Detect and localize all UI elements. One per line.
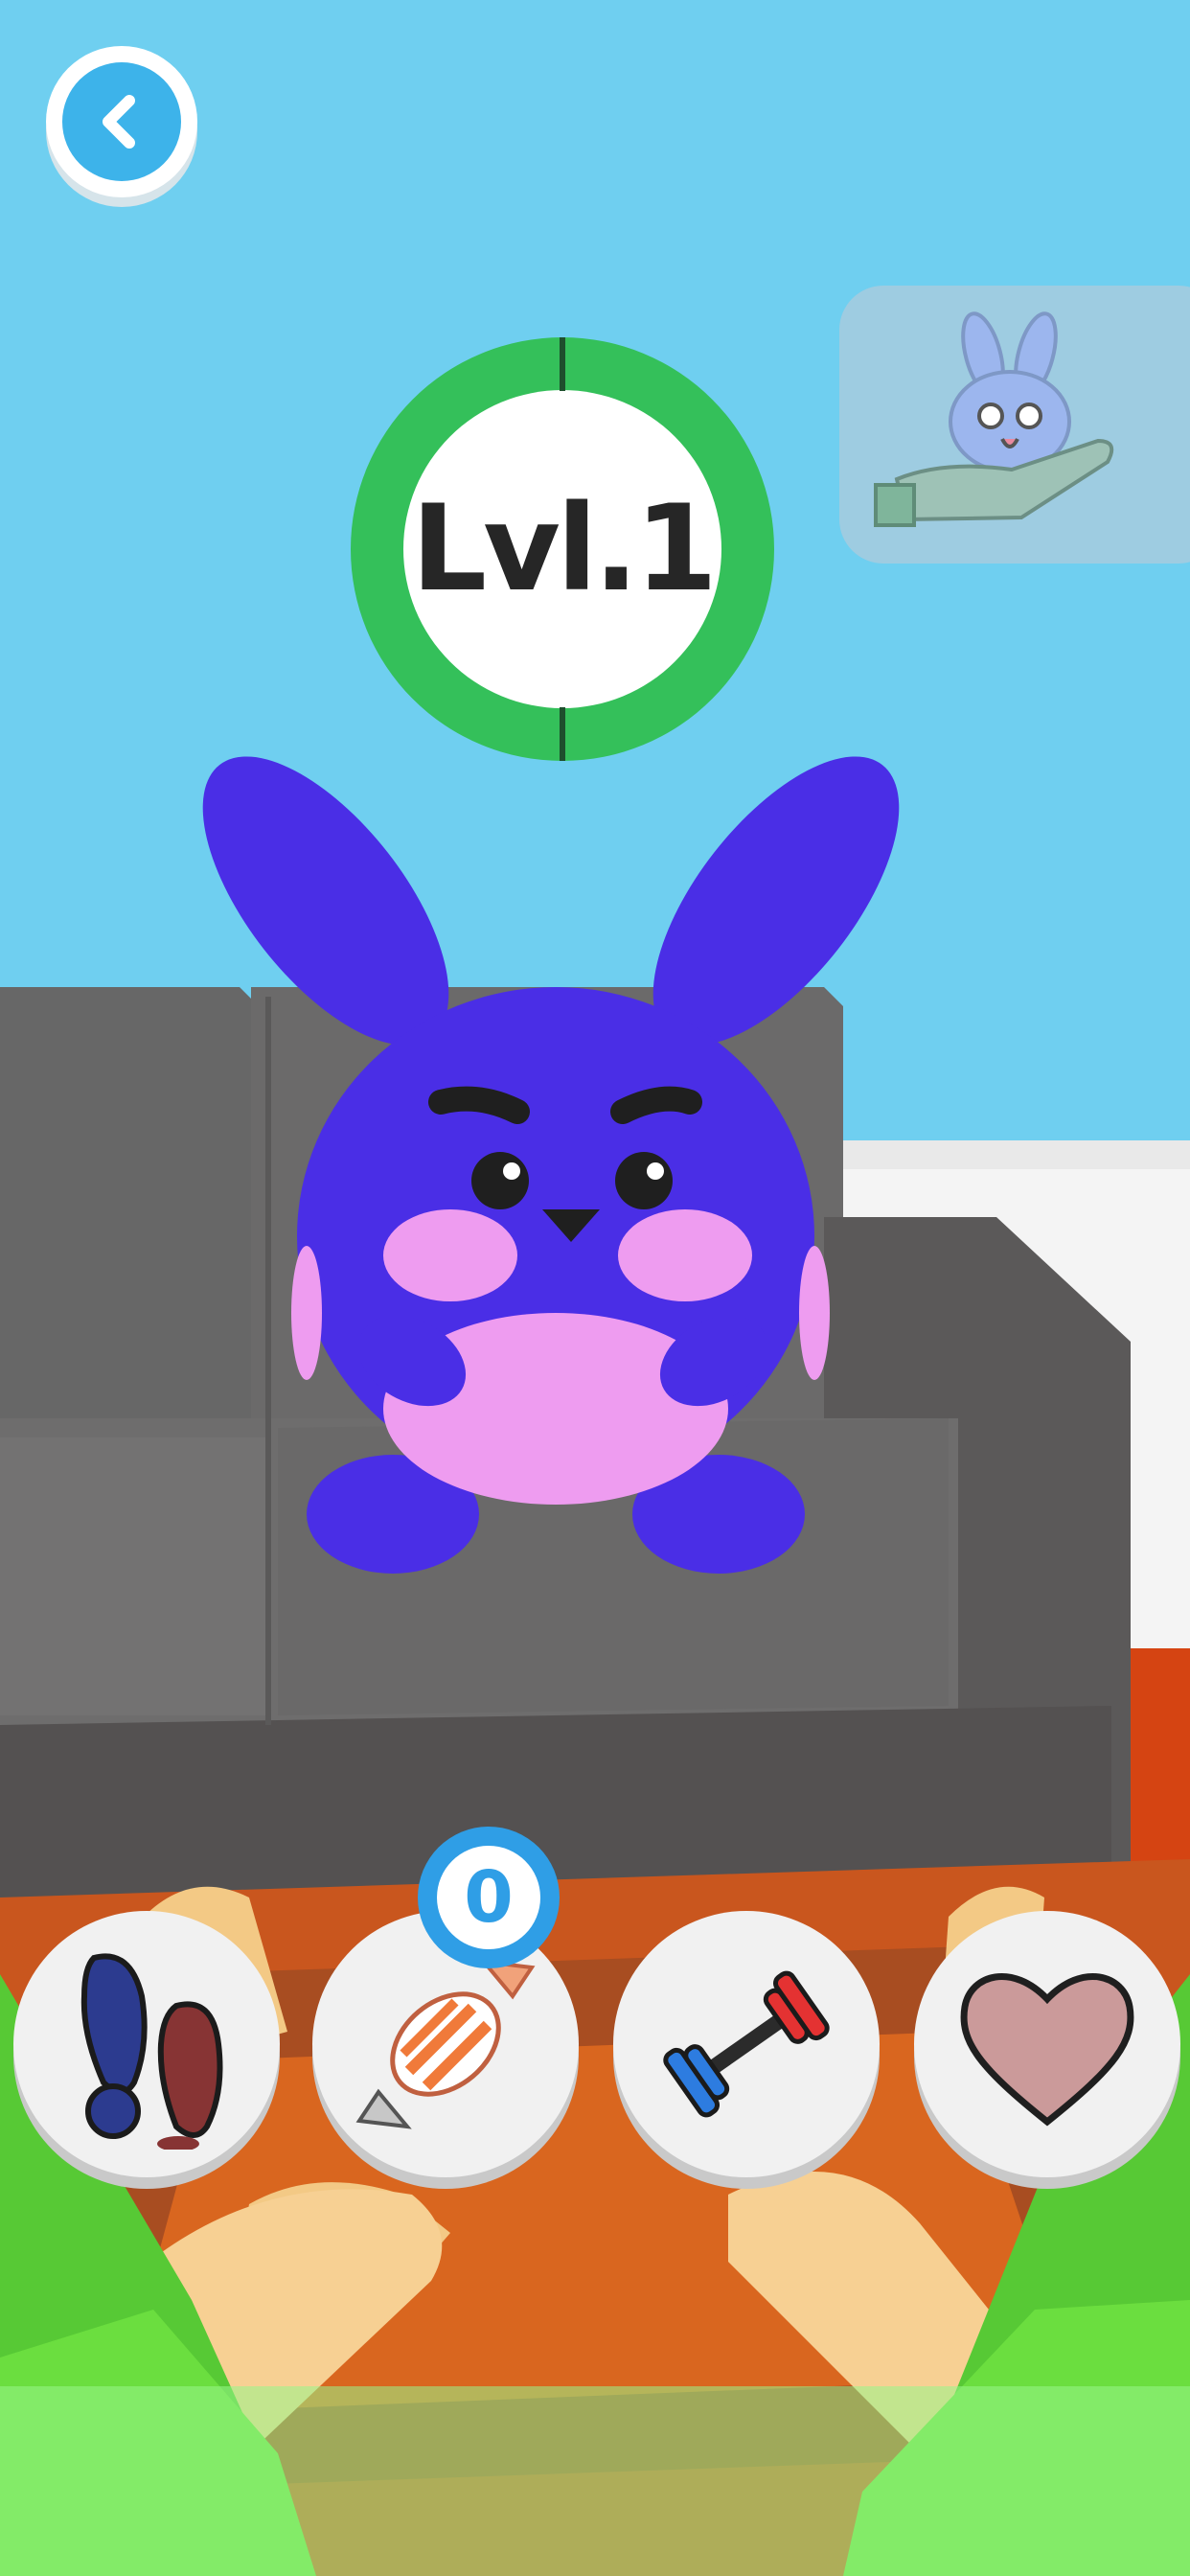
train-button[interactable]: [613, 1911, 880, 2177]
heart-icon: [960, 1973, 1134, 2127]
level-face: Lvl.1: [403, 390, 721, 708]
candy-icon: [355, 1959, 536, 2129]
level-label: Lvl.1: [411, 480, 718, 618]
candy-count: 0: [437, 1846, 540, 1949]
level-progress-ring: Lvl.1: [351, 337, 774, 761]
game-scene: Lvl.1 0: [0, 0, 1190, 2576]
pet-hand-card[interactable]: [839, 286, 1190, 564]
walk-button[interactable]: [13, 1911, 280, 2177]
candy-count-badge: 0: [418, 1827, 560, 1968]
ring-tick-bottom: [560, 707, 565, 761]
back-button[interactable]: [46, 46, 197, 197]
footsteps-icon: [80, 1953, 223, 2150]
chevron-left-icon: [103, 95, 135, 149]
love-button[interactable]: [914, 1911, 1180, 2177]
ring-tick-top: [560, 337, 565, 391]
dumbbell-icon: [663, 1970, 830, 2118]
bunny-on-hand-icon: [874, 311, 1114, 527]
back-button-face: [62, 62, 181, 181]
